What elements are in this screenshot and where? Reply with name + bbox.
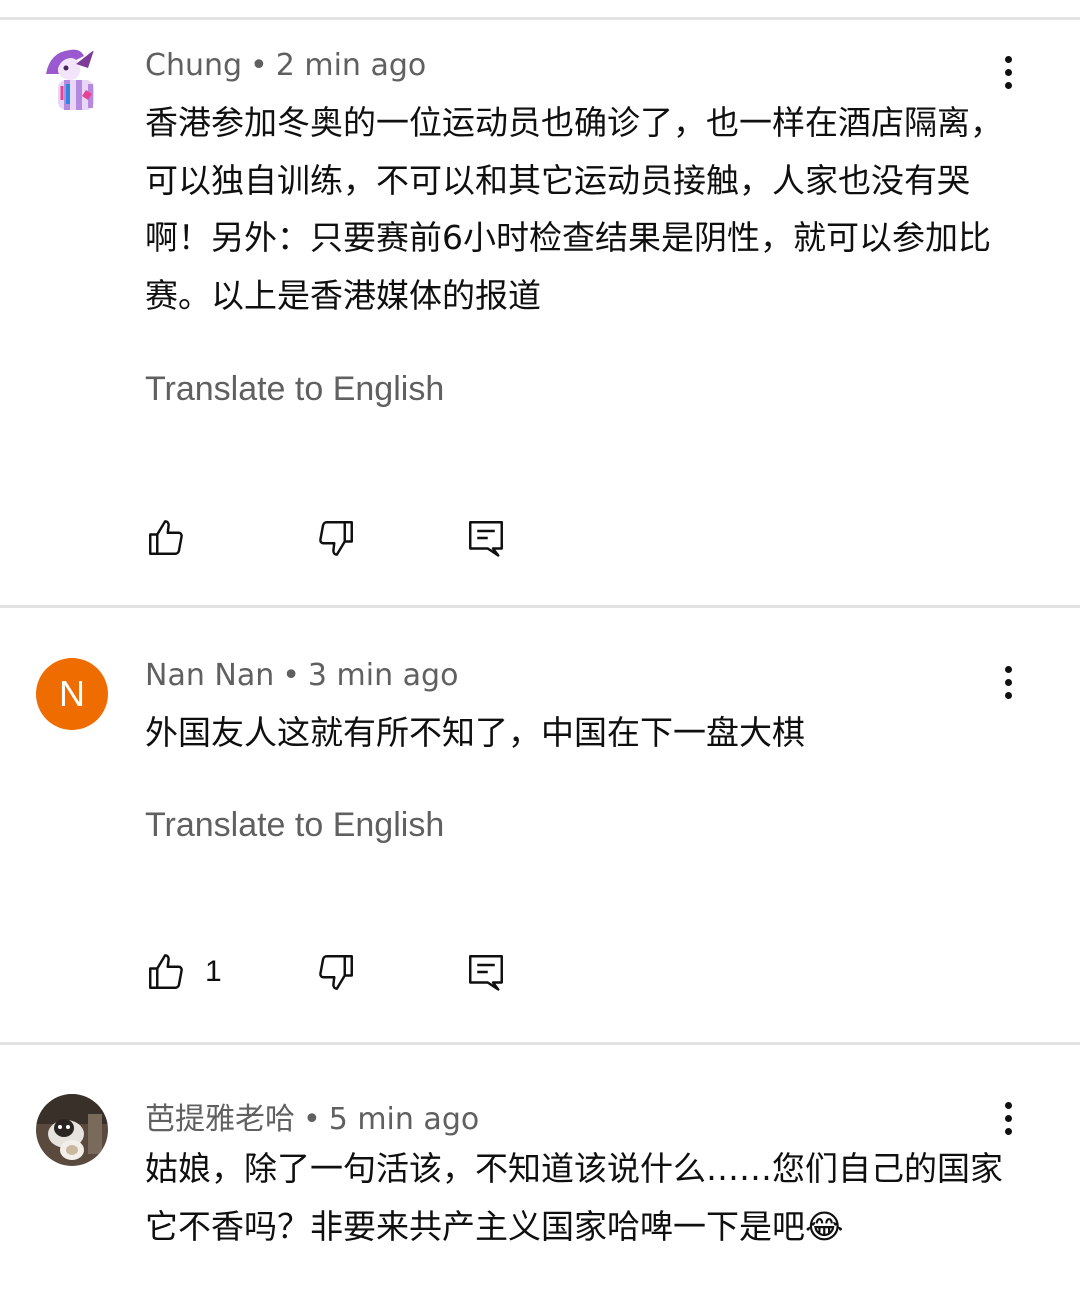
author-name[interactable]: Nan Nan	[145, 658, 274, 693]
like-button[interactable]: 1	[145, 948, 222, 996]
comment-text: 香港参加冬奥的一位运动员也确诊了，也一样在酒店隔离，可以独自训练，不可以和其它运…	[145, 103, 1003, 315]
meta-separator: •	[303, 1102, 321, 1137]
comment-meta: Nan Nan • 3 min ago	[145, 658, 458, 693]
comment-text: 外国友人这就有所不知了，中国在下一盘大棋	[145, 713, 805, 752]
timestamp: 3 min ago	[307, 658, 459, 693]
timestamp: 5 min ago	[328, 1102, 480, 1137]
reply-button[interactable]	[465, 514, 507, 562]
like-button[interactable]	[145, 514, 205, 562]
comment-meta: Chung • 2 min ago	[145, 48, 426, 83]
comment-meta: 芭提雅老哈 • 5 min ago	[145, 1094, 479, 1138]
thumb-down-icon	[319, 955, 353, 990]
avatar[interactable]: N	[36, 658, 108, 730]
more-options-button[interactable]	[990, 1094, 1026, 1142]
thumb-up-icon	[149, 520, 183, 555]
dislike-button[interactable]	[315, 514, 357, 562]
dislike-button[interactable]	[315, 948, 357, 996]
comment-divider	[0, 605, 1080, 608]
like-count: 1	[205, 955, 222, 988]
more-vert-icon	[1004, 665, 1012, 673]
comment-text: 姑娘，除了一句活该，不知道该说什么……您们自己的国家它不香吗？非要来共产主义国家…	[145, 1149, 1003, 1246]
avatar[interactable]	[36, 44, 108, 116]
comment-divider	[0, 1042, 1080, 1045]
avatar[interactable]	[36, 1094, 108, 1166]
reply-button[interactable]	[465, 948, 507, 996]
comment-actions: 1	[145, 948, 545, 996]
translate-link[interactable]: Translate to English	[145, 806, 444, 845]
thumb-up-icon	[149, 954, 183, 989]
top-divider	[0, 17, 1080, 20]
translate-link[interactable]: Translate to English	[145, 370, 444, 409]
more-vert-icon	[1004, 1101, 1012, 1109]
avatar-letter: N	[59, 673, 85, 714]
more-options-button[interactable]	[990, 658, 1026, 706]
comment-actions	[145, 514, 545, 562]
reply-icon	[469, 955, 503, 991]
meta-separator: •	[250, 48, 268, 83]
more-options-button[interactable]	[990, 48, 1026, 96]
more-vert-icon	[1004, 55, 1012, 63]
meta-separator: •	[282, 658, 300, 693]
timestamp: 2 min ago	[275, 48, 427, 83]
author-name[interactable]: Chung	[145, 48, 242, 83]
reply-icon	[469, 521, 503, 557]
thumb-down-icon	[319, 521, 353, 556]
author-name[interactable]: 芭提雅老哈	[145, 1102, 295, 1137]
